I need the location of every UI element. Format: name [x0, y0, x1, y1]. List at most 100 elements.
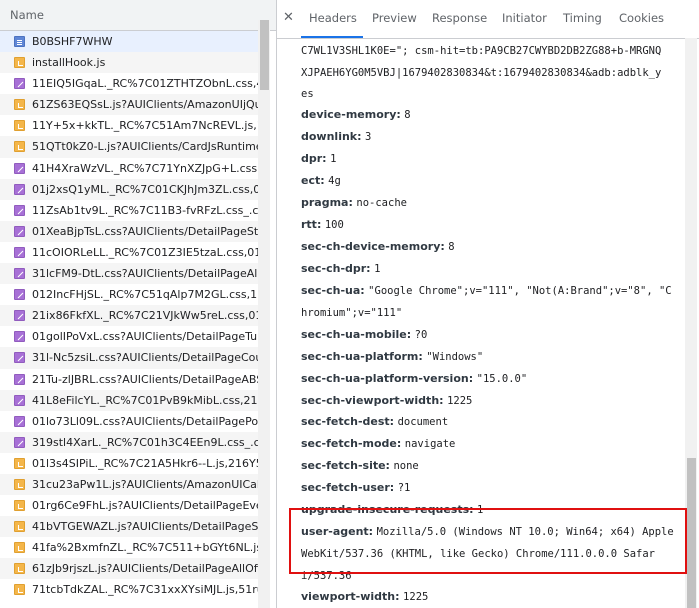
script-file-icon: [14, 500, 25, 512]
request-row[interactable]: 41bVTGEWAZL.js?AUIClients/DetailPageStc: [0, 516, 258, 538]
header-line: sec-fetch-user: ?1: [301, 481, 410, 494]
header-name: sec-ch-viewport-width:: [301, 394, 444, 407]
request-row[interactable]: 01rg6Ce9FhL.js?AUIClients/DetailPageEver: [0, 495, 258, 516]
tab-cookies[interactable]: Cookies: [619, 11, 664, 25]
header-line: viewport-width: 1225: [301, 590, 428, 603]
request-row[interactable]: 41L8eFilcYL._RC%7C01PvB9kMibL.css,21pN: [0, 389, 258, 411]
header-value: C7WL1V3SHL1K0E="; csm-hit=tb:PA9CB27CWYB…: [301, 45, 662, 57]
request-row[interactable]: installHook.js: [0, 52, 258, 74]
header-name: sec-fetch-mode:: [301, 437, 402, 450]
scrollbar-thumb[interactable]: [687, 458, 696, 608]
header-name: pragma:: [301, 196, 353, 209]
script-file-icon: [14, 542, 25, 554]
header-name: dpr:: [301, 152, 327, 165]
request-row[interactable]: 31lcFM9-DtL.css?AUIClients/DetailPageAll…: [0, 263, 258, 285]
tab-headers[interactable]: Headers: [309, 11, 357, 25]
request-row[interactable]: 319stl4XarL._RC%7C01h3C4EEn9L.css_.css?: [0, 431, 258, 453]
header-name: sec-ch-ua-platform-version:: [301, 372, 474, 385]
stylesheet-file-icon: [14, 352, 25, 364]
request-row[interactable]: B0BSHF7WHW: [0, 31, 258, 53]
user-agent-highlight-box: [289, 508, 687, 574]
active-tab-indicator: [301, 36, 363, 38]
header-line: rtt: 100: [301, 218, 344, 231]
request-name: installHook.js: [32, 56, 106, 70]
request-row[interactable]: 01l3s4SIPiL._RC%7C21A5Hkr6--L.js,216Y5Jc: [0, 453, 258, 474]
stylesheet-file-icon: [14, 162, 25, 174]
header-line: downlink: 3: [301, 130, 371, 143]
request-name: 31cu23aPw1L.js?AUIClients/AmazonUICale: [32, 477, 258, 491]
header-line: XJPAEH6YG0M5VBJ|1679402830834&t:16794028…: [301, 66, 661, 79]
request-row[interactable]: 21ix86FkfXL._RC%7C21VJkWw5reL.css,01Bc: [0, 305, 258, 327]
request-row[interactable]: 01lo73Ll09L.css?AUIClients/DetailPagePos…: [0, 411, 258, 432]
header-value: XJPAEH6YG0M5VBJ|1679402830834&t:16794028…: [301, 67, 662, 79]
tab-preview[interactable]: Preview: [372, 11, 417, 25]
stylesheet-file-icon: [14, 310, 25, 322]
script-file-icon: [14, 120, 25, 132]
stylesheet-file-icon: [14, 268, 25, 280]
header-value: es: [301, 88, 314, 100]
header-line: ect: 4g: [301, 174, 341, 187]
request-name: 21ix86FkfXL._RC%7C21VJkWw5reL.css,01Bc: [32, 309, 258, 323]
close-icon[interactable]: ✕: [283, 10, 294, 26]
header-value: 4g: [328, 175, 341, 187]
request-name: 31l-Nc5zsiL.css?AUIClients/DetailPageCou…: [32, 351, 258, 365]
request-row[interactable]: 71tcbTdkZAL._RC%7C31xxXYsiMJL.js,51ruf: [0, 579, 258, 600]
header-name: viewport-width:: [301, 590, 400, 603]
tab-response[interactable]: Response: [432, 11, 487, 25]
header-name: sec-fetch-dest:: [301, 415, 395, 428]
header-line: sec-ch-viewport-width: 1225: [301, 394, 472, 407]
request-row[interactable]: 51QTt0kZ0-L.js?AUIClients/CardJsRuntimeE: [0, 136, 258, 158]
header-line: sec-fetch-mode: navigate: [301, 437, 455, 450]
header-name: ect:: [301, 174, 325, 187]
request-row[interactable]: 11cOIORLeLL._RC%7C01Z3IE5tzaL.css,01ng: [0, 242, 258, 263]
script-file-icon: [14, 478, 25, 490]
stylesheet-file-icon: [14, 373, 25, 385]
request-row[interactable]: 012IncFHjSL._RC%7C51qAlp7M2GL.css,11g: [0, 284, 258, 305]
request-name: 012IncFHjSL._RC%7C51qAlp7M2GL.css,11g: [32, 288, 258, 302]
header-name: sec-ch-device-memory:: [301, 240, 445, 253]
script-file-icon: [14, 457, 25, 469]
header-line: C7WL1V3SHL1K0E="; csm-hit=tb:PA9CB27CWYB…: [301, 44, 661, 57]
request-row[interactable]: 01golIPoVxL.css?AUIClients/DetailPageTur…: [0, 326, 258, 347]
header-name: sec-ch-ua-mobile:: [301, 328, 412, 341]
scrollbar-thumb[interactable]: [260, 20, 269, 90]
name-column-header[interactable]: Name: [0, 0, 276, 31]
request-name: 01XeaBjpTsL.css?AUIClients/DetailPageSto…: [32, 224, 258, 238]
request-row[interactable]: 21Tu-zlJBRL.css?AUIClients/DetailPageABS…: [0, 369, 258, 390]
request-row[interactable]: 01XeaBjpTsL.css?AUIClients/DetailPageSto…: [0, 220, 258, 242]
request-row[interactable]: 41H4XraWzVL._RC%7C71YnXZJpG+L.css,41: [0, 158, 258, 179]
header-line: sec-ch-dpr: 1: [301, 262, 380, 275]
header-line: hromium";v="111": [301, 306, 402, 319]
stylesheet-file-icon: [14, 331, 25, 343]
request-name: 41bVTGEWAZL.js?AUIClients/DetailPageStc: [32, 520, 258, 534]
request-list-scrollbar[interactable]: [258, 20, 270, 608]
header-value: "Google Chrome";v="111", "Not(A:Brand";v…: [368, 285, 672, 297]
request-row[interactable]: 11Y+5x+kkTL._RC%7C51Am7NcREVL.js,11y: [0, 115, 258, 136]
header-name: device-memory:: [301, 108, 401, 121]
request-row[interactable]: 11EIQ5IGqaL._RC%7C01ZTHTZObnL.css,41: [0, 73, 258, 94]
header-value: 3: [365, 131, 372, 143]
header-name: sec-ch-ua-platform:: [301, 350, 423, 363]
stylesheet-file-icon: [14, 394, 25, 406]
request-name: 01golIPoVxL.css?AUIClients/DetailPageTur…: [32, 330, 258, 344]
request-row[interactable]: 01j2xsQ1yML._RC%7C01CKJhJm3ZL.css,01.: [0, 178, 258, 200]
request-row[interactable]: 31l-Nc5zsiL.css?AUIClients/DetailPageCou…: [0, 347, 258, 369]
header-name: rtt:: [301, 218, 322, 231]
header-value: 8: [404, 109, 411, 121]
header-line: sec-ch-ua-platform: "Windows": [301, 350, 483, 363]
tab-initiator[interactable]: Initiator: [502, 11, 547, 25]
header-line: sec-ch-ua-platform-version: "15.0.0": [301, 372, 527, 385]
request-row[interactable]: 11ZsAb1tv9L._RC%7C11B3-fvRFzL.css_.css?: [0, 200, 258, 221]
request-row[interactable]: 61ZS63EQSsL.js?AUIClients/AmazonUIjQue: [0, 94, 258, 116]
header-line: sec-fetch-dest: document: [301, 415, 448, 428]
request-row[interactable]: 31cu23aPw1L.js?AUIClients/AmazonUICale: [0, 473, 258, 496]
tab-timing[interactable]: Timing: [563, 11, 602, 25]
request-name: 71tcbTdkZAL._RC%7C31xxXYsiMJL.js,51ruf: [32, 583, 258, 597]
request-row[interactable]: 61zJb9rjszL.js?AUIClients/DetailPageAllO…: [0, 558, 258, 580]
header-line: sec-ch-device-memory: 8: [301, 240, 455, 253]
request-row[interactable]: 41fa%2BxmfnZL._RC%7C511+bGYt6NL.js,0: [0, 537, 258, 558]
request-name: B0BSHF7WHW: [32, 35, 113, 48]
details-tabbar: ✕ Headers Preview Response Initiator Tim…: [277, 0, 699, 39]
header-value: 1: [374, 263, 381, 275]
header-name: sec-fetch-user:: [301, 481, 395, 494]
